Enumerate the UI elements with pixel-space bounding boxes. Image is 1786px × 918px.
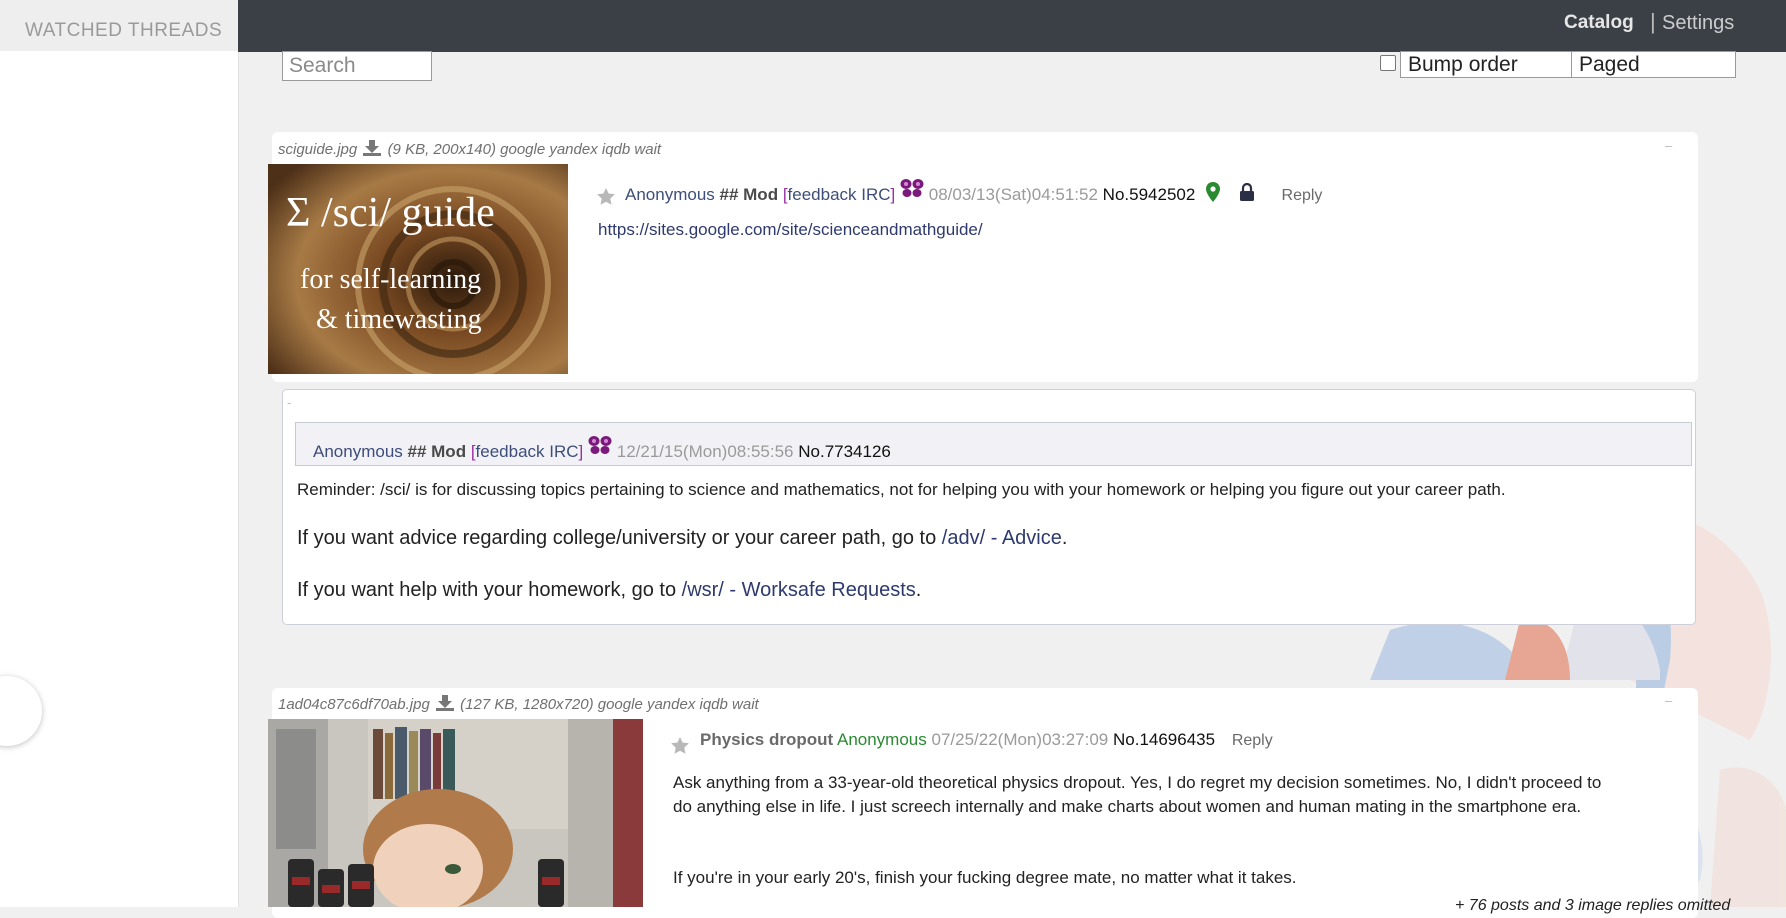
guide-url-link[interactable]: https://sites.google.com/site/scienceand… xyxy=(598,220,983,239)
adv-board-link[interactable]: /adv/ - Advice xyxy=(942,527,1062,549)
sci-guide-image: Σ /sci/ guide for self-learning & timewa… xyxy=(268,164,568,374)
post-message-paragraph-2: If you're in your early 20's, finish you… xyxy=(673,868,1297,887)
nav-separator: | xyxy=(1650,9,1656,34)
post-header: Anonymous ## Mod [feedback IRC] 08/03/13… xyxy=(625,178,1322,205)
file-info: 1ad04c87c6df70ab.jpg (127 KB, 1280x720) … xyxy=(278,695,759,713)
hide-thread-button[interactable]: – xyxy=(1665,138,1672,153)
download-icon[interactable] xyxy=(435,695,454,711)
poster-name: Anonymous xyxy=(625,185,715,204)
file-meta: (127 KB, 1280x720) google yandex iqdb wa… xyxy=(460,696,759,713)
mod-reply-header: Anonymous ## Mod [feedback IRC] 12/21/15… xyxy=(313,435,891,462)
post-message: https://sites.google.com/site/scienceand… xyxy=(598,220,983,240)
advice-line: If you want advice regarding college/uni… xyxy=(297,527,1067,550)
sidebar: WATCHED THREADS xyxy=(0,0,239,907)
paged-select[interactable]: Paged xyxy=(1571,51,1736,78)
closed-lock-icon xyxy=(1239,182,1254,201)
bracket-close: ] xyxy=(890,185,896,204)
hide-reply-button[interactable]: - xyxy=(287,395,291,410)
thumb-subtitle-text-2: & timewasting xyxy=(316,304,482,335)
homework-prefix: If you want help with your homework, go … xyxy=(297,579,682,601)
advice-suffix: . xyxy=(1061,527,1068,549)
thumb-subtitle-text: for self-learning xyxy=(300,264,481,295)
post-header: Physics dropout Anonymous 07/25/22(Mon)0… xyxy=(700,730,1273,750)
top-navigation-bar: Catalog | Settings xyxy=(238,0,1786,52)
file-meta: (9 KB, 200x140) google yandex iqdb wait xyxy=(387,141,662,158)
reminder-text: Reminder: /sci/ is for discussing topics… xyxy=(297,480,1506,499)
bump-order-label[interactable]: Bump order xyxy=(1400,51,1572,78)
post-number-link[interactable]: No.14696435 xyxy=(1113,730,1215,749)
catalog-link[interactable]: Catalog xyxy=(1564,12,1634,34)
wsr-board-link[interactable]: /wsr/ - Worksafe Requests xyxy=(682,579,916,601)
feedback-irc-link[interactable]: feedback IRC xyxy=(788,185,891,204)
mod-butterfly-icon xyxy=(588,436,612,454)
reply-link[interactable]: Reply xyxy=(1232,732,1273,749)
bump-order-checkbox[interactable] xyxy=(1380,55,1396,71)
search-input[interactable] xyxy=(282,51,432,81)
post-number-link[interactable]: No.7734126 xyxy=(798,442,891,461)
thread-thumbnail[interactable]: Σ /sci/ guide for self-learning & timewa… xyxy=(268,164,568,374)
dropout-image xyxy=(268,719,643,907)
post-subject: Physics dropout xyxy=(700,730,834,749)
watch-star-icon[interactable] xyxy=(671,737,689,754)
post-date: 07/25/22(Mon)03:27:09 xyxy=(931,730,1109,749)
file-info: sciguide.jpg (9 KB, 200x140) google yand… xyxy=(278,140,661,158)
post-number-link[interactable]: No.5942502 xyxy=(1103,185,1196,204)
mod-capcode: ## Mod xyxy=(407,442,467,461)
poster-name: Anonymous xyxy=(836,730,927,749)
poster-name: Anonymous xyxy=(313,442,403,461)
bracket-close: ] xyxy=(578,442,584,461)
file-name-link[interactable]: sciguide.jpg xyxy=(278,141,357,158)
omitted-posts-text: + 76 posts and 3 image replies omitted xyxy=(1455,897,1731,914)
homework-suffix: . xyxy=(915,579,922,601)
reply-link[interactable]: Reply xyxy=(1282,187,1323,204)
feedback-irc-link[interactable]: feedback IRC xyxy=(476,442,579,461)
sticky-pin-icon xyxy=(1206,182,1221,202)
post-date: 12/21/15(Mon)08:55:56 xyxy=(616,442,794,461)
watch-star-icon[interactable] xyxy=(597,188,615,205)
download-icon[interactable] xyxy=(363,140,382,156)
watched-threads-tab[interactable]: WATCHED THREADS xyxy=(0,0,238,51)
mod-butterfly-icon xyxy=(900,179,924,197)
thumb-title-text: Σ /sci/ guide xyxy=(286,190,495,236)
file-name-link[interactable]: 1ad04c87c6df70ab.jpg xyxy=(278,696,430,713)
advice-prefix: If you want advice regarding college/uni… xyxy=(297,527,942,549)
thread-thumbnail[interactable] xyxy=(268,719,643,907)
post-date: 08/03/13(Sat)04:51:52 xyxy=(928,185,1098,204)
post-message: Ask anything from a 33-year-old theoreti… xyxy=(673,773,1602,816)
settings-link[interactable]: Settings xyxy=(1662,12,1734,35)
hide-thread-button[interactable]: – xyxy=(1665,693,1672,708)
mod-capcode: ## Mod xyxy=(719,185,779,204)
homework-line: If you want help with your homework, go … xyxy=(297,579,921,602)
